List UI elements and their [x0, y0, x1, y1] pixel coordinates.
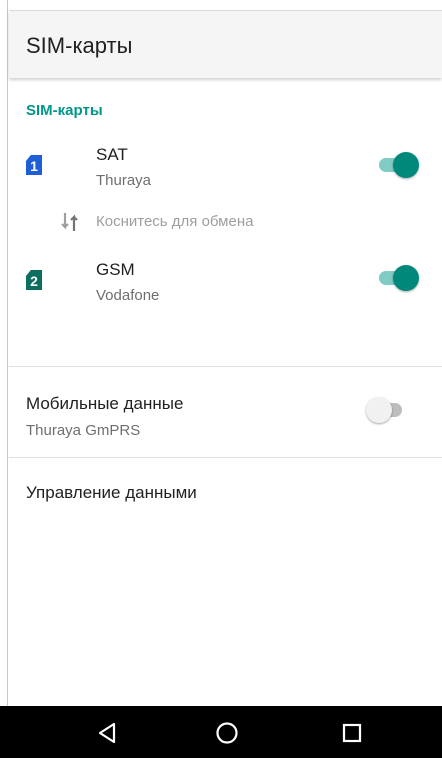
mobile-data-subtitle: Thuraya GmPRS [26, 422, 141, 439]
sim-name: SAT [96, 145, 128, 164]
toggle-thumb [366, 397, 392, 423]
mobile-data-row[interactable]: Мобильные данные Thuraya GmPRS [0, 367, 442, 457]
swap-label: Коснитесь для обмена [96, 213, 254, 230]
toggle-thumb [393, 152, 419, 178]
sim-1-toggle[interactable] [375, 150, 419, 180]
page-title: SIM-карты [26, 33, 133, 58]
sim-name: GSM [96, 260, 135, 279]
recents-icon[interactable] [339, 720, 365, 746]
settings-screen: SIM-карты SIM-карты 1 SAT Thuraya Коснит… [0, 0, 442, 758]
sim-row-1[interactable]: 1 SAT Thuraya [9, 140, 442, 200]
mobile-data-title: Мобильные данные [26, 394, 184, 413]
back-icon[interactable] [94, 720, 120, 746]
section-header-sims: SIM-карты [26, 102, 103, 119]
swap-vert-icon [61, 213, 78, 231]
sim-slot-number: 1 [30, 158, 38, 174]
data-management-row[interactable]: Управление данными [0, 458, 442, 528]
sim-operator: Thuraya [96, 172, 152, 189]
sim-row-2[interactable]: 2 GSM Vodafone [9, 255, 442, 315]
top-edge [8, 0, 442, 10]
home-icon[interactable] [214, 720, 240, 746]
sim-slot-number: 2 [30, 273, 38, 289]
navigation-bar [0, 706, 442, 758]
sim-2-toggle[interactable] [375, 263, 419, 293]
sim-operator: Vodafone [96, 287, 160, 304]
sim-card-2-icon: 2 [26, 270, 42, 290]
mobile-data-toggle[interactable] [366, 395, 410, 425]
sim-card-1-icon: 1 [26, 155, 42, 175]
left-edge [0, 0, 8, 706]
toggle-thumb [393, 265, 419, 291]
app-bar: SIM-карты [9, 10, 442, 78]
data-management-title: Управление данными [26, 483, 197, 502]
